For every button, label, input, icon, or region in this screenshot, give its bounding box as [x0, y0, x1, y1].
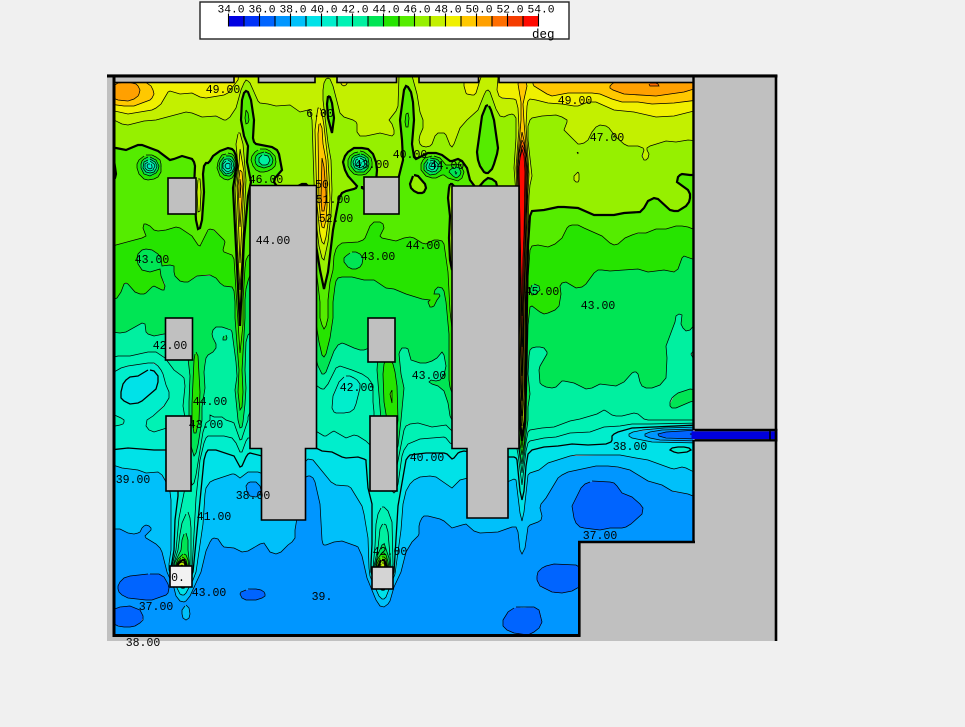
svg-text:46.0: 46.0 [403, 5, 430, 17]
svg-text:34.0: 34.0 [217, 5, 244, 17]
svg-text:40.00: 40.00 [410, 452, 445, 465]
svg-text:49.00: 49.00 [558, 95, 593, 108]
svg-text:38.0: 38.0 [279, 5, 306, 17]
svg-text:44.00: 44.00 [256, 235, 291, 248]
svg-text:48.0: 48.0 [434, 5, 461, 17]
svg-text:43.00: 43.00 [192, 587, 227, 600]
svg-text:6.00: 6.00 [306, 108, 334, 121]
svg-text:52.0: 52.0 [496, 5, 523, 17]
svg-text:49.00: 49.00 [206, 84, 241, 97]
svg-text:40.00: 40.00 [393, 149, 428, 162]
svg-text:40.0: 40.0 [310, 5, 337, 17]
svg-text:44.00: 44.00 [193, 396, 228, 409]
svg-text:38.00: 38.00 [126, 637, 161, 650]
svg-text:43.00: 43.00 [135, 254, 170, 267]
svg-text:39.00: 39.00 [116, 474, 151, 487]
svg-text:42.00: 42.00 [340, 382, 375, 395]
svg-text:50: 50 [315, 179, 329, 192]
svg-text:deg: deg [532, 28, 555, 42]
svg-text:51.00: 51.00 [316, 194, 351, 207]
svg-text:37.00: 37.00 [583, 530, 618, 543]
svg-text:44.00: 44.00 [406, 240, 441, 253]
svg-text:43.00: 43.00 [412, 370, 447, 383]
svg-text:45.00: 45.00 [525, 286, 560, 299]
svg-text:42.0: 42.0 [341, 5, 368, 17]
svg-text:36.0: 36.0 [248, 5, 275, 17]
svg-text:44.0: 44.0 [372, 5, 399, 17]
svg-text:54.0: 54.0 [527, 5, 554, 17]
svg-text:39.: 39. [312, 591, 333, 604]
svg-text:46.00: 46.00 [249, 174, 284, 187]
svg-text:47.00: 47.00 [590, 132, 625, 145]
svg-text:43.00: 43.00 [361, 251, 396, 264]
svg-text:43.00: 43.00 [189, 419, 224, 432]
svg-text:38.00: 38.00 [236, 490, 271, 503]
svg-text:0.: 0. [171, 572, 185, 585]
svg-text:43.00: 43.00 [581, 300, 616, 313]
svg-text:42.00: 42.00 [373, 546, 408, 559]
svg-text:42.00: 42.00 [153, 340, 188, 353]
svg-text:50.0: 50.0 [465, 5, 492, 17]
svg-text:43.00: 43.00 [355, 159, 390, 172]
svg-text:52.00: 52.00 [319, 213, 354, 226]
svg-text:41.00: 41.00 [197, 511, 232, 524]
svg-text:38.00: 38.00 [613, 441, 648, 454]
svg-text:44.00: 44.00 [430, 160, 465, 173]
svg-text:37.00: 37.00 [139, 601, 174, 614]
